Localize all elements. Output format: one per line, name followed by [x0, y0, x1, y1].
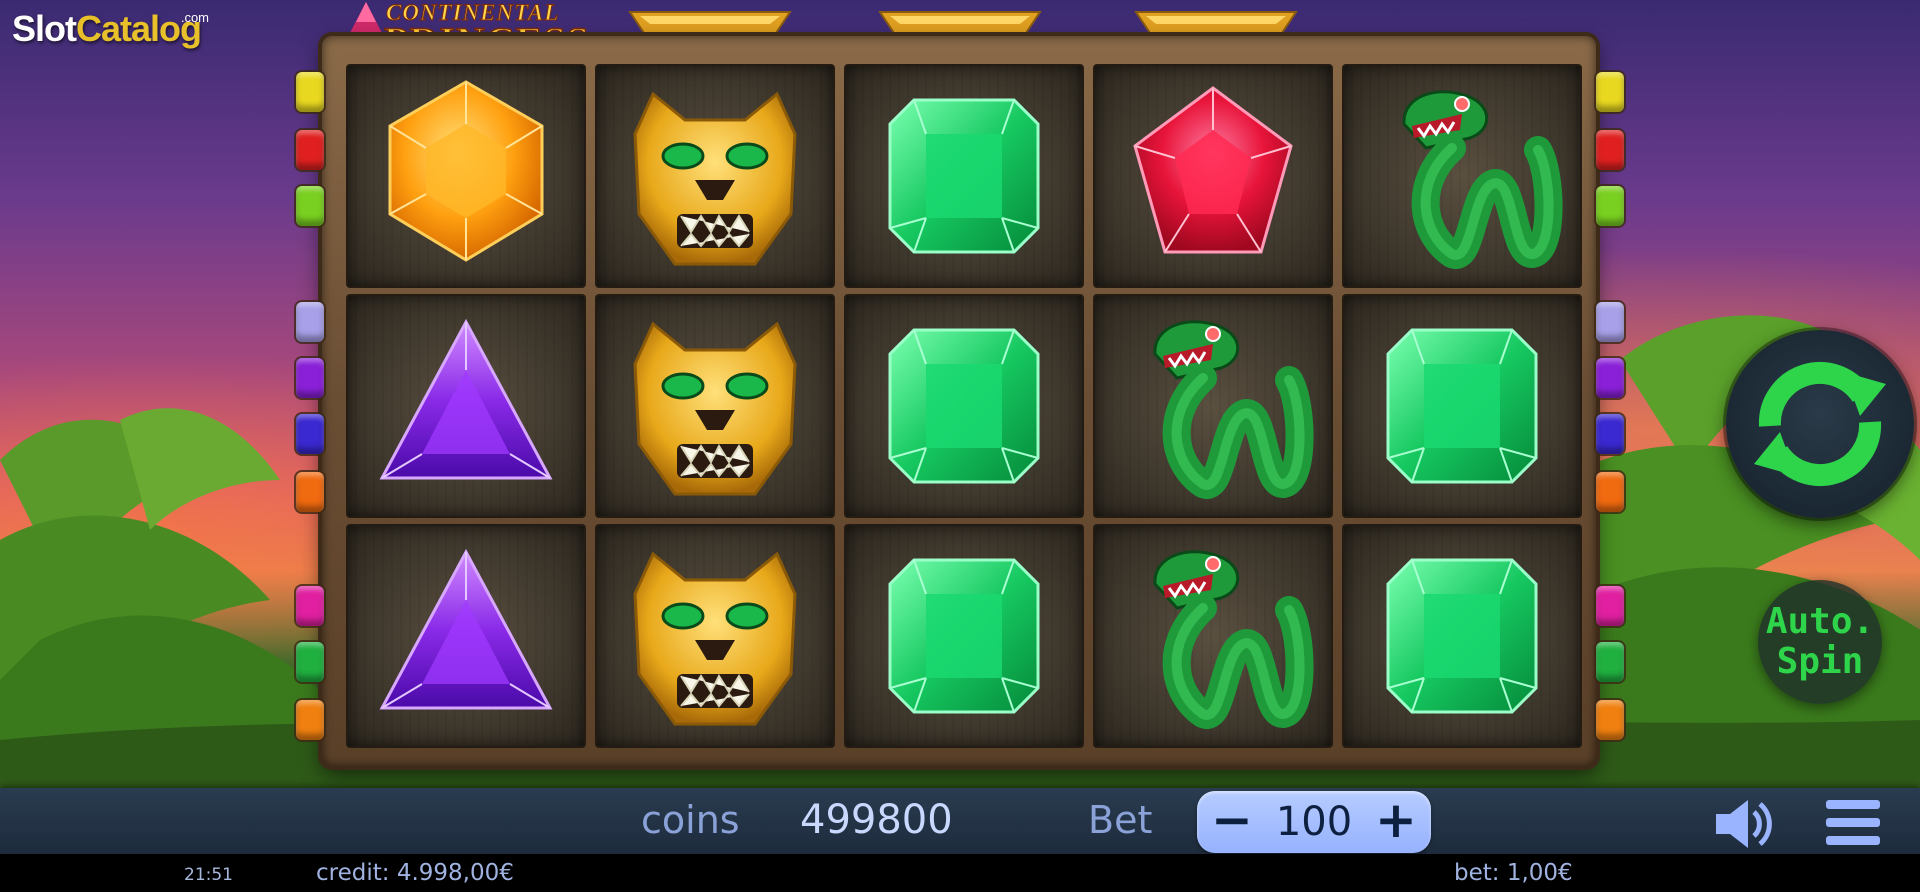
reel-cell [346, 64, 586, 288]
auto-spin-label-line2: Spin [1776, 641, 1864, 682]
green-serpent-icon [1153, 550, 1314, 729]
reel-cell [1093, 294, 1333, 518]
payline-marker-right [1596, 472, 1624, 512]
bet-amount-text: bet: 1,00€ [1454, 860, 1573, 886]
payline-marker-left [296, 472, 324, 512]
payline-marker-right [1596, 642, 1624, 682]
reel-cell [595, 524, 835, 748]
reel-cell [844, 294, 1084, 518]
reel-cell [1342, 294, 1582, 518]
spin-button[interactable] [1726, 330, 1914, 518]
payline-marker-right [1596, 72, 1624, 112]
status-bar: 21:51 credit: 4.998,00€ bet: 1,00€ [0, 854, 1920, 892]
slotcatalog-watermark: SlotCatalog .com [12, 8, 209, 60]
auto-spin-label-line1: Auto. [1765, 601, 1875, 642]
speaker-icon[interactable] [1710, 796, 1774, 852]
payline-marker-left [296, 586, 324, 626]
watermark-suffix: .com [180, 10, 210, 25]
golden-jaguar-icon [633, 551, 797, 726]
payline-marker-left [296, 72, 324, 112]
reel-cell [844, 524, 1084, 748]
green-emerald-icon [888, 98, 1040, 254]
payline-marker-right [1596, 358, 1624, 398]
green-emerald-icon [888, 558, 1040, 714]
payline-marker-right [1596, 130, 1624, 170]
bet-decrease-button[interactable]: − [1197, 791, 1267, 853]
coins-label: coins [641, 798, 740, 842]
watermark-main: Slot [12, 8, 77, 49]
reel-cell [595, 294, 835, 518]
payline-marker-left [296, 186, 324, 226]
payline-marker-left [296, 130, 324, 170]
reel-cell [1093, 524, 1333, 748]
auto-spin-button[interactable]: Auto. Spin [1758, 580, 1882, 704]
coins-value: 499800 [800, 797, 953, 843]
control-bar: coins 499800 Bet [0, 788, 1920, 854]
red-pentagon-gem-icon [1133, 86, 1293, 254]
payline-marker-left [296, 414, 324, 454]
bet-stepper: − 100 + [1197, 791, 1431, 853]
reel-cell [1093, 64, 1333, 288]
green-serpent-icon [1153, 320, 1314, 499]
clock-time: 21:51 [184, 865, 233, 885]
payline-marker-right [1596, 302, 1624, 342]
golden-jaguar-icon [633, 91, 797, 266]
payline-marker-left [296, 700, 324, 740]
green-emerald-icon [1386, 328, 1538, 484]
orange-hexagon-gem-icon [388, 80, 544, 262]
bet-increase-button[interactable]: + [1361, 791, 1431, 853]
credit-text: credit: 4.998,00€ [316, 860, 514, 886]
reel-cell [595, 64, 835, 288]
payline-marker-left [296, 302, 324, 342]
reel-cell [1342, 64, 1582, 288]
bet-value: 100 [1275, 799, 1353, 845]
reel-cell [1342, 524, 1582, 748]
golden-jaguar-icon [633, 321, 797, 496]
payline-marker-right [1596, 414, 1624, 454]
reel-cell [844, 64, 1084, 288]
reel-cell [346, 294, 586, 518]
refresh-icon [1754, 362, 1886, 486]
reel-cell [346, 524, 586, 748]
bet-label: Bet [1088, 798, 1153, 842]
payline-marker-left [296, 358, 324, 398]
green-serpent-icon [1402, 90, 1563, 269]
payline-marker-left [296, 642, 324, 682]
payline-marker-right [1596, 700, 1624, 740]
payline-marker-right [1596, 186, 1624, 226]
purple-triangle-gem-icon [379, 318, 553, 480]
green-emerald-icon [888, 328, 1040, 484]
green-emerald-icon [1386, 558, 1538, 714]
purple-triangle-gem-icon [379, 548, 553, 710]
hamburger-menu-icon[interactable] [1824, 796, 1882, 850]
payline-marker-right [1596, 586, 1624, 626]
